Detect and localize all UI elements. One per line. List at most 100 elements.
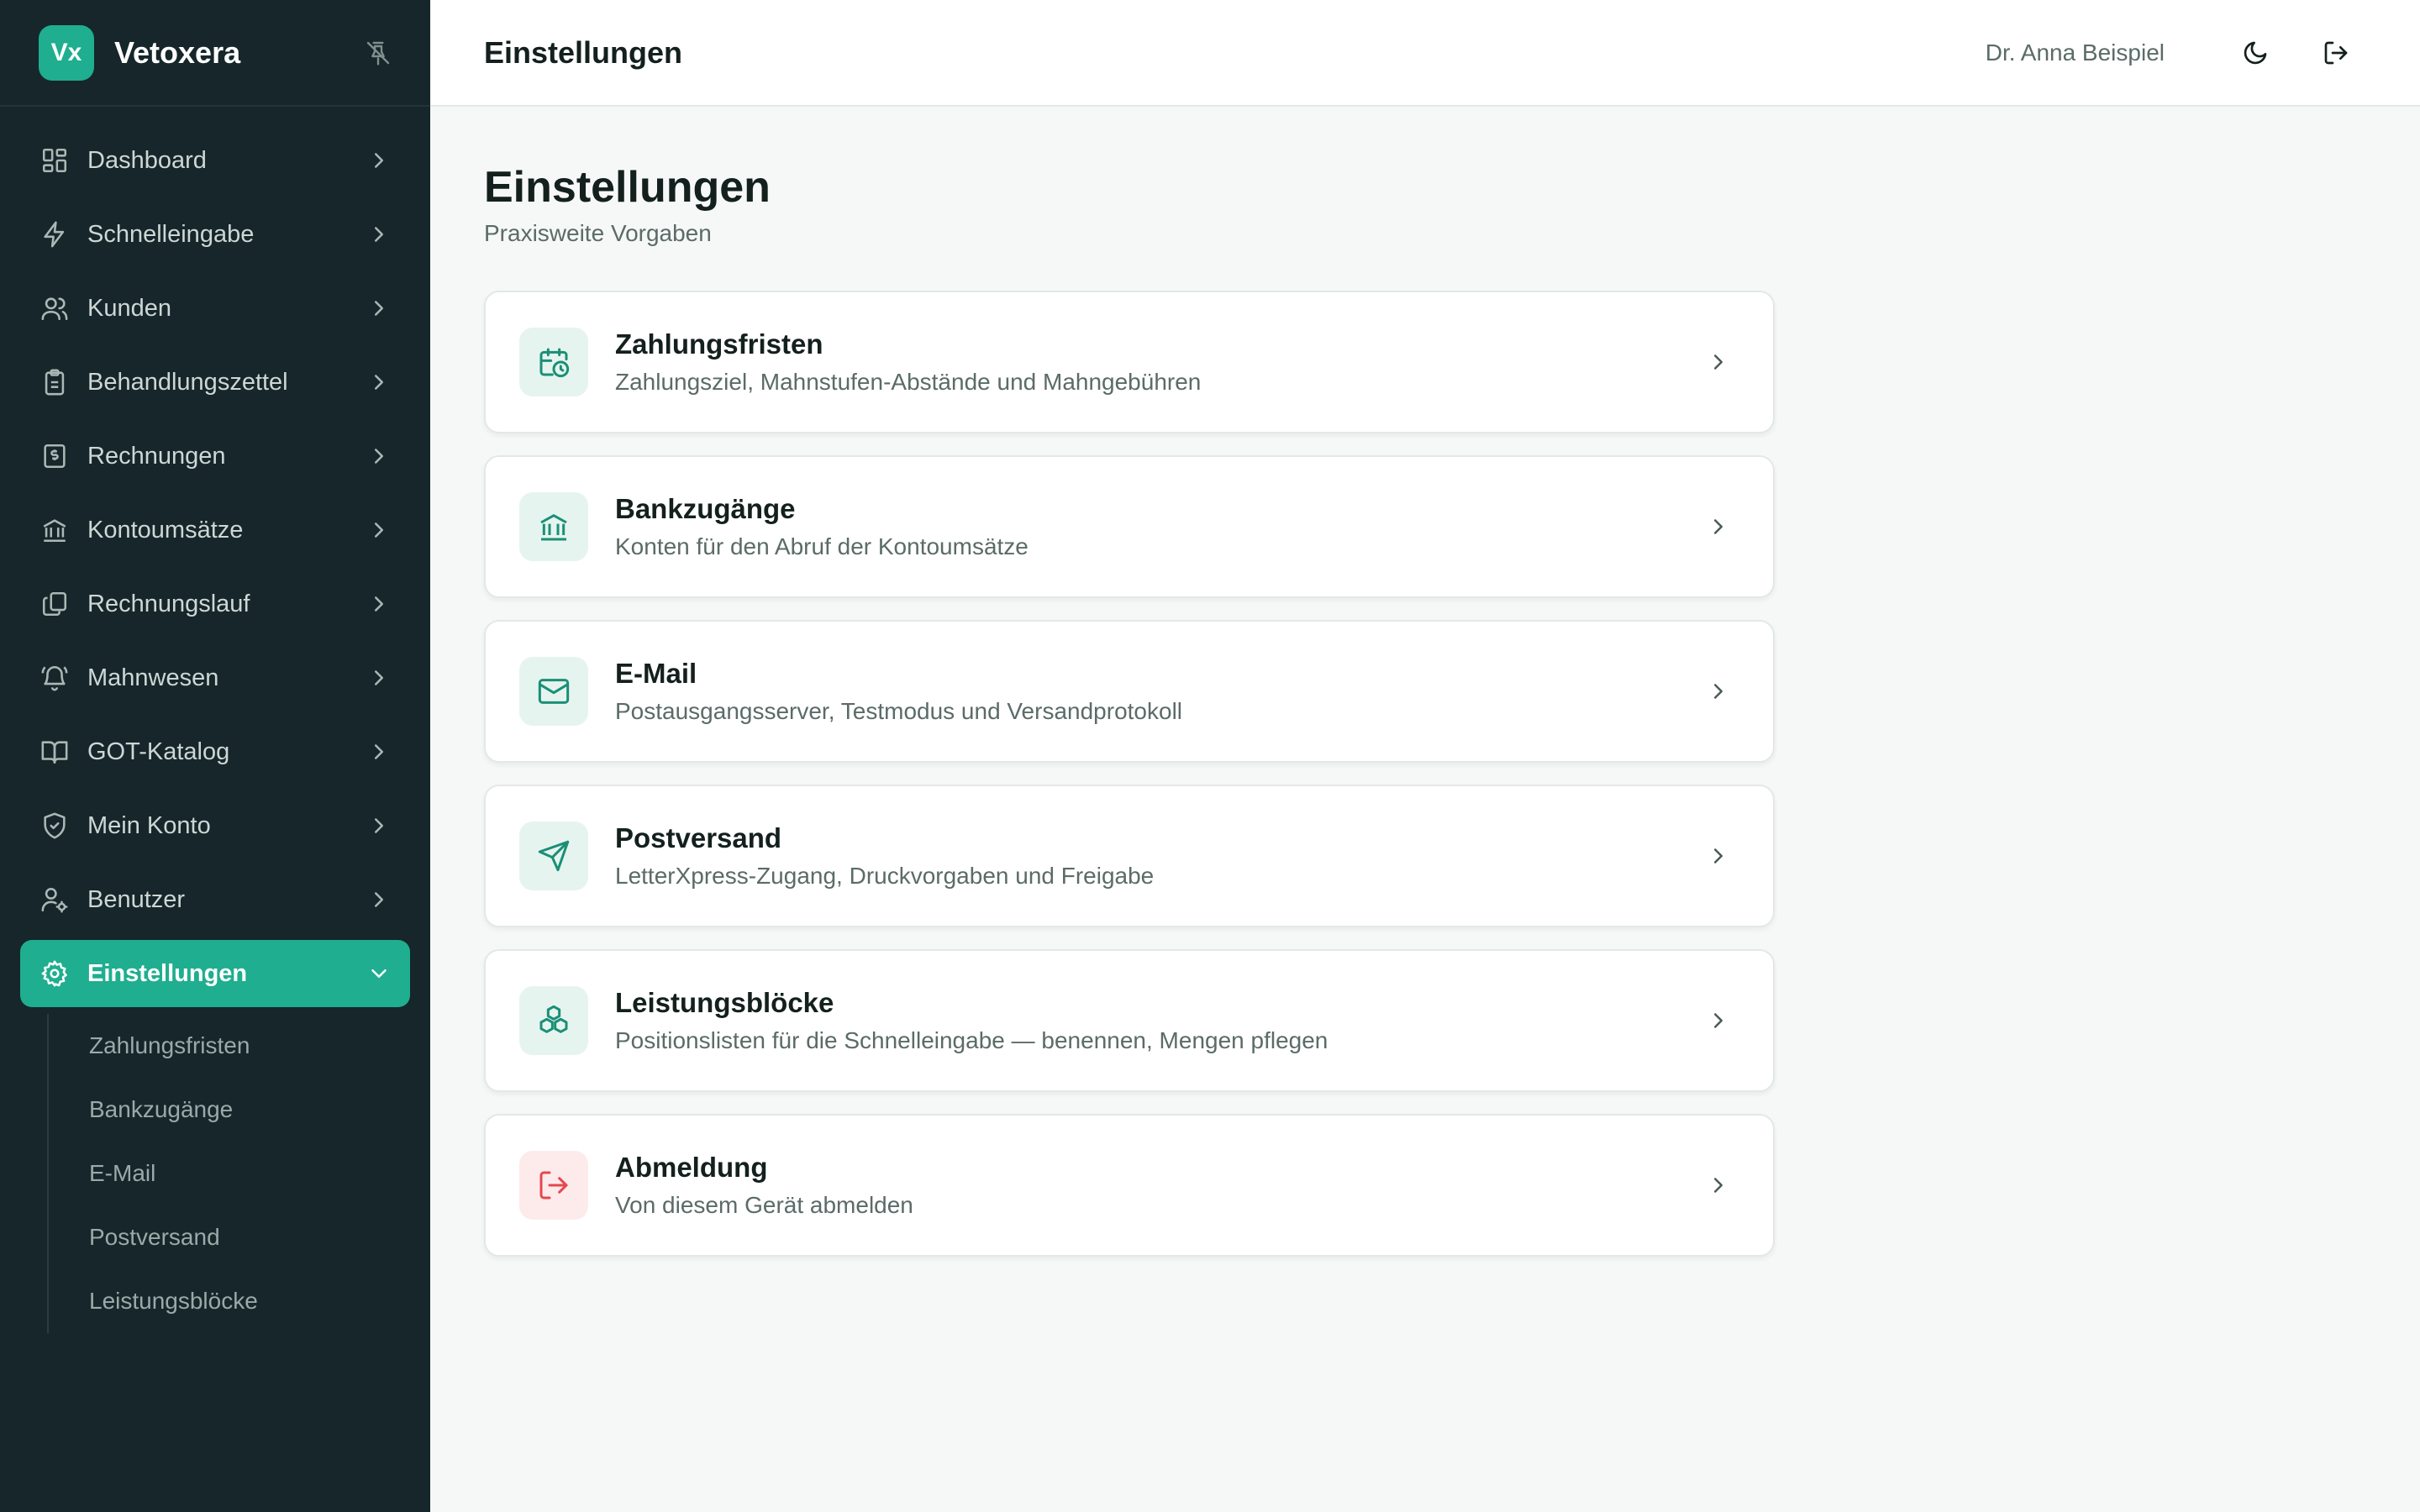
- book-icon: [41, 741, 68, 764]
- sidebar-item-dashboard[interactable]: Dashboard: [20, 127, 410, 194]
- main-content: Einstellungen Praxisweite Vorgaben Zahlu…: [484, 160, 1775, 1278]
- chevron-right-icon: [375, 596, 383, 612]
- bolt-icon: [44, 221, 65, 248]
- settings-cards: Zahlungsfristen Zahlungsziel, Mahnstufen…: [484, 291, 1775, 1257]
- copy-stack-icon: [42, 591, 67, 617]
- settings-subnav: Zahlungsfristen Bankzugänge E-Mail Postv…: [47, 1014, 410, 1333]
- subnav-item-zahlungsfristen[interactable]: Zahlungsfristen: [89, 1014, 410, 1078]
- chevron-right-icon: [375, 153, 383, 168]
- sidebar-item-got-katalog[interactable]: GOT-Katalog: [20, 718, 410, 785]
- send-icon: [538, 840, 570, 872]
- pin-off-icon: [366, 41, 390, 66]
- chevron-right-icon: [1714, 354, 1723, 370]
- card-text: Abmeldung Von diesem Gerät abmelden: [615, 1152, 1706, 1219]
- subnav-item-email[interactable]: E-Mail: [89, 1142, 410, 1205]
- users-icon: [41, 297, 68, 321]
- chevron-right-icon: [375, 449, 383, 464]
- card-text: Zahlungsfristen Zahlungsziel, Mahnstufen…: [615, 328, 1706, 396]
- settings-card-email[interactable]: E-Mail Postausgangsserver, Testmodus und…: [484, 620, 1775, 763]
- card-text: Bankzugänge Konten für den Abruf der Kon…: [615, 493, 1706, 560]
- card-text: Leistungsblöcke Positionslisten für die …: [615, 987, 1706, 1054]
- subnav-item-bankzugaenge[interactable]: Bankzugänge: [89, 1078, 410, 1142]
- chevron-right-icon: [1714, 684, 1723, 699]
- brand: Vx Vetoxera: [0, 0, 430, 107]
- sidebar-item-mahnwesen[interactable]: Mahnwesen: [20, 644, 410, 711]
- chevron-right-icon: [375, 670, 383, 685]
- chevron-right-icon: [375, 227, 383, 242]
- chevron-right-icon: [1714, 1178, 1723, 1193]
- brand-name: Vetoxera: [114, 34, 241, 70]
- moon-icon: [2244, 41, 2267, 64]
- top-header: Einstellungen Dr. Anna Beispiel: [430, 0, 2420, 107]
- chevron-right-icon: [375, 892, 383, 907]
- sidebar-item-kunden[interactable]: Kunden: [20, 275, 410, 342]
- card-title: Leistungsblöcke: [615, 987, 834, 1018]
- unpin-sidebar-button[interactable]: [360, 34, 397, 71]
- theme-toggle-button[interactable]: [2232, 29, 2279, 76]
- logout-button[interactable]: [2312, 29, 2360, 76]
- sidebar-item-rechnungslauf[interactable]: Rechnungslauf: [20, 570, 410, 638]
- card-title: Postversand: [615, 822, 782, 853]
- settings-card-bankzugaenge[interactable]: Bankzugänge Konten für den Abruf der Kon…: [484, 455, 1775, 598]
- invoice-icon: [44, 444, 66, 469]
- logout-icon: [539, 1171, 568, 1200]
- chevron-right-icon: [375, 818, 383, 833]
- sidebar-item-mein-konto[interactable]: Mein Konto: [20, 792, 410, 859]
- logo[interactable]: Vx: [39, 24, 94, 81]
- card-title: Abmeldung: [615, 1152, 768, 1183]
- chevron-right-icon: [1714, 519, 1723, 534]
- page-subtitle: Praxisweite Vorgaben: [484, 220, 712, 246]
- card-title: Bankzugänge: [615, 493, 796, 524]
- gear-icon: [41, 960, 67, 987]
- sidebar-item-label: Schnelleingabe: [87, 220, 255, 248]
- card-icon-box: [519, 328, 588, 396]
- card-icon-box: [519, 986, 588, 1055]
- sidebar-item-label: GOT-Katalog: [87, 738, 230, 765]
- chevron-right-icon: [375, 522, 383, 538]
- chevron-right-icon: [1714, 848, 1723, 864]
- sidebar: Vx Vetoxera Dashboard Schnelleingabe Kun…: [0, 0, 430, 1512]
- card-icon-box: [519, 657, 588, 726]
- card-description: Konten für den Abruf der Kontoumsätze: [615, 533, 1028, 559]
- settings-card-postversand[interactable]: Postversand LetterXpress-Zugang, Druckvo…: [484, 785, 1775, 927]
- logout-icon: [2324, 41, 2348, 64]
- sidebar-item-einstellungen[interactable]: Einstellungen: [20, 940, 410, 1007]
- card-title: Zahlungsfristen: [615, 328, 823, 360]
- sidebar-item-behandlungszettel[interactable]: Behandlungszettel: [20, 349, 410, 416]
- sidebar-item-label: Rechnungslauf: [87, 590, 250, 617]
- subnav-item-leistungsbloecke[interactable]: Leistungsblöcke: [89, 1269, 410, 1333]
- bank-icon: [540, 514, 567, 541]
- chevron-right-icon: [375, 375, 383, 390]
- sidebar-item-label: Benutzer: [87, 885, 186, 913]
- subnav-item-postversand[interactable]: Postversand: [89, 1205, 410, 1269]
- calendar-clock-icon: [539, 348, 570, 378]
- chevron-right-icon: [1714, 1013, 1723, 1028]
- sidebar-item-rechnungen[interactable]: Rechnungen: [20, 423, 410, 490]
- bell-icon: [41, 666, 68, 691]
- card-title: E-Mail: [615, 658, 697, 689]
- settings-card-leistungsbloecke[interactable]: Leistungsblöcke Positionslisten für die …: [484, 949, 1775, 1092]
- card-text: Postversand LetterXpress-Zugang, Druckvo…: [615, 822, 1706, 890]
- card-text: E-Mail Postausgangsserver, Testmodus und…: [615, 658, 1706, 725]
- sidebar-item-label: Behandlungszettel: [87, 368, 288, 396]
- card-description: Von diesem Gerät abmelden: [615, 1192, 913, 1218]
- sidebar-item-benutzer[interactable]: Benutzer: [20, 866, 410, 933]
- mail-icon: [538, 679, 570, 704]
- blocks-icon: [539, 1005, 568, 1033]
- settings-card-abmeldung[interactable]: Abmeldung Von diesem Gerät abmelden: [484, 1114, 1775, 1257]
- sidebar-item-label: Kunden: [87, 294, 171, 322]
- sidebar-item-schnelleingabe[interactable]: Schnelleingabe: [20, 201, 410, 268]
- card-description: Zahlungsziel, Mahnstufen-Abstände und Ma…: [615, 369, 1202, 395]
- sidebar-item-label: Einstellungen: [87, 959, 248, 987]
- shield-icon: [44, 812, 66, 839]
- settings-card-zahlungsfristen[interactable]: Zahlungsfristen Zahlungsziel, Mahnstufen…: [484, 291, 1775, 433]
- sidebar-item-kontoumsaetze[interactable]: Kontoumsätze: [20, 496, 410, 564]
- user-name[interactable]: Dr. Anna Beispiel: [1986, 39, 2165, 66]
- card-description: Postausgangsserver, Testmodus und Versan…: [615, 698, 1183, 724]
- card-icon-box: [519, 1151, 588, 1220]
- card-icon-box: [519, 822, 588, 890]
- sidebar-item-label: Rechnungen: [87, 442, 226, 470]
- card-description: LetterXpress-Zugang, Druckvorgaben und F…: [615, 863, 1155, 889]
- sidebar-item-label: Mein Konto: [87, 811, 211, 839]
- card-icon-box: [519, 492, 588, 561]
